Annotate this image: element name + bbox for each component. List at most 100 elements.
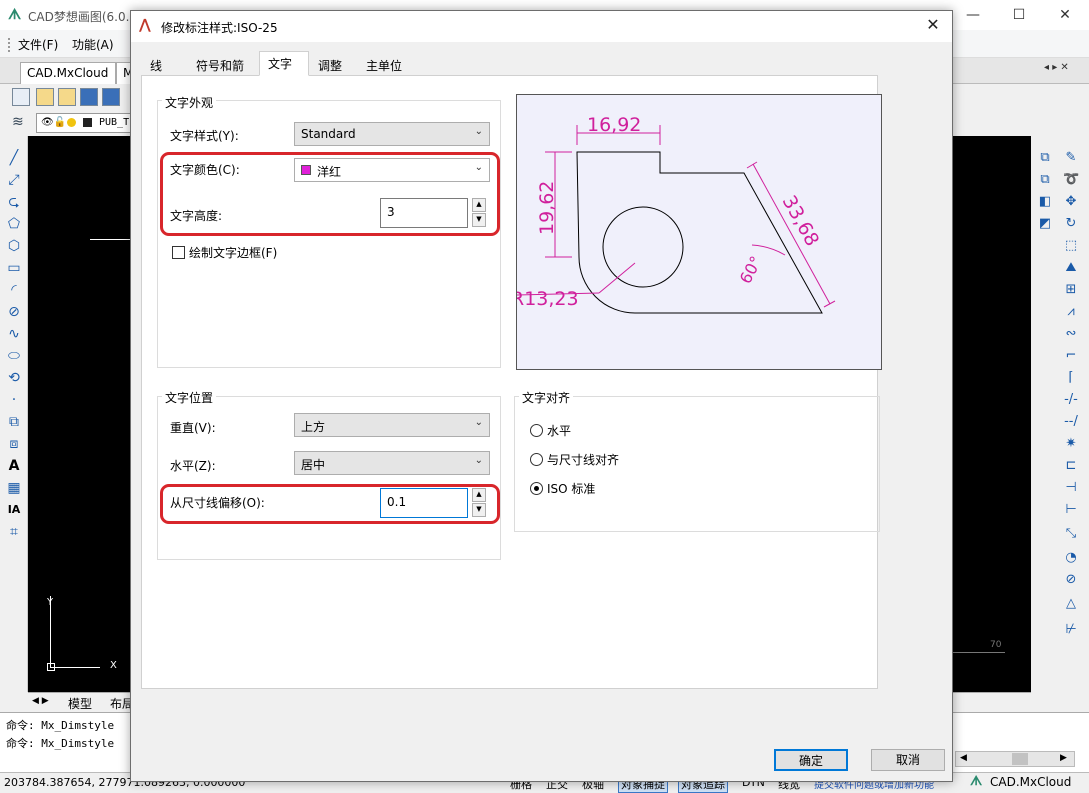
text-color-select[interactable]: 洋红 ⌄ — [294, 158, 490, 182]
ellipse-icon[interactable]: ⬭ — [6, 348, 22, 364]
break-icon[interactable]: -/- — [1063, 392, 1079, 408]
dim-linear-icon[interactable]: ⊢ — [1063, 502, 1079, 518]
hatch-icon[interactable]: ▦ — [6, 480, 22, 496]
spin-down-icon[interactable]: ▼ — [472, 503, 486, 517]
preview-dim-angle: 60° — [736, 253, 766, 287]
doc-tab-mxcloud[interactable]: CAD.MxCloud — [20, 62, 116, 84]
offset-icon[interactable]: ➰ — [1063, 172, 1079, 188]
tab-lines[interactable]: 线 — [141, 53, 185, 75]
save-as-icon[interactable] — [102, 88, 120, 106]
insert-block-icon[interactable]: ⧈ — [6, 436, 22, 452]
command-scrollbar[interactable]: ◀ ▶ — [955, 751, 1075, 767]
align-horizontal-radio[interactable] — [530, 424, 543, 437]
lengthen-icon[interactable]: ⊣ — [1063, 480, 1079, 496]
layout-tab-model[interactable]: 模型 — [68, 695, 92, 712]
dim-diameter-icon[interactable]: ⊘ — [1063, 572, 1079, 588]
mirror-line-icon[interactable]: ⩘ — [1063, 304, 1079, 320]
dialog-close-icon[interactable]: ✕ — [921, 15, 945, 37]
ucs-x-axis — [50, 667, 100, 668]
array-grid-icon[interactable]: ⊞ — [1063, 282, 1079, 298]
spin-up-icon[interactable]: ▲ — [472, 198, 486, 212]
line-icon[interactable]: ╱ — [6, 150, 22, 166]
polyline-icon[interactable]: ⮎ — [6, 194, 22, 210]
menu-function[interactable]: 功能(A) — [72, 36, 114, 53]
ellipse-arc-icon[interactable]: ⟲ — [6, 370, 22, 386]
copy-icon[interactable]: ⧉ — [1037, 150, 1053, 166]
rectangle-icon[interactable]: ▭ — [6, 260, 22, 276]
block-icon[interactable]: ⧉ — [6, 414, 22, 430]
brand-name: CAD.MxCloud — [990, 775, 1072, 789]
mirror-icon[interactable]: ◧ — [1037, 194, 1053, 210]
open-folder-icon[interactable] — [58, 88, 76, 106]
tab-symbols-arrows[interactable]: 符号和箭头 — [187, 53, 259, 90]
new-file-icon[interactable] — [12, 88, 30, 106]
horizontal-select[interactable]: 居中 ⌄ — [294, 451, 490, 475]
preview-part-outline — [576, 151, 823, 314]
tab-fit[interactable]: 调整 — [309, 53, 357, 75]
join-icon[interactable]: ⊏ — [1063, 458, 1079, 474]
text-icon[interactable]: A — [6, 458, 22, 474]
hexagon-icon[interactable]: ⬡ — [6, 238, 22, 254]
move-icon[interactable]: ✥ — [1063, 194, 1079, 210]
trim-icon[interactable]: ∾ — [1063, 326, 1079, 342]
dim-angular-icon[interactable]: △ — [1063, 596, 1079, 612]
ok-button[interactable]: 确定 — [774, 749, 848, 771]
scale-icon[interactable]: ⬚ — [1063, 238, 1079, 254]
scroll-left-icon[interactable]: ◀ — [960, 753, 967, 763]
copy-object-icon[interactable]: ⧉ — [1037, 172, 1053, 188]
align-iso-radio[interactable] — [530, 482, 543, 495]
maximize-icon[interactable]: ☐ — [996, 0, 1042, 30]
arc-icon[interactable]: ◜ — [6, 282, 22, 298]
fillet-icon[interactable]: ⌐ — [1063, 348, 1079, 364]
dialog-app-icon: ⋀ — [139, 17, 151, 33]
mtext-icon[interactable]: IA — [6, 502, 22, 518]
text-height-input[interactable]: 3 — [380, 198, 468, 228]
erase-icon[interactable]: ✎ — [1063, 150, 1079, 166]
save-icon[interactable] — [80, 88, 98, 106]
preview-dim-top: 16,92 — [587, 114, 641, 136]
dim-aligned-icon[interactable]: ⤡ — [1063, 526, 1079, 542]
extend-icon[interactable]: --/ — [1063, 414, 1079, 430]
layer-name: PUB_T — [99, 117, 130, 128]
align-dimline-radio[interactable] — [530, 453, 543, 466]
vertical-select[interactable]: 上方 ⌄ — [294, 413, 490, 437]
offset-label: 从尺寸线偏移(O): — [170, 496, 265, 510]
layer-combo[interactable]: 👁🔓 PUB_T — [36, 113, 132, 133]
circle-icon[interactable]: ⊘ — [6, 304, 22, 320]
text-frame-checkbox[interactable] — [172, 246, 185, 259]
stretch-icon[interactable]: ⛰ — [1063, 260, 1079, 276]
rotate-icon[interactable]: ↻ — [1063, 216, 1079, 232]
tab-primary-units[interactable]: 主单位 — [357, 53, 411, 75]
tab-text[interactable]: 文字 — [259, 51, 309, 76]
layout-nav-arrows-icon[interactable]: ◀ ▶ — [32, 696, 49, 706]
point-icon[interactable]: · — [6, 392, 22, 408]
close-icon[interactable]: ✕ — [1042, 0, 1088, 30]
chamfer-icon[interactable]: ⌈ — [1063, 370, 1079, 386]
spin-up-icon[interactable]: ▲ — [472, 488, 486, 502]
ucs-y-label: Y — [47, 597, 54, 608]
open-file-icon[interactable] — [36, 88, 54, 106]
xline-icon[interactable]: ⤢ — [6, 172, 22, 188]
tab-scroll-arrows-icon[interactable]: ◂ ▸ ✕ — [1044, 62, 1069, 73]
cancel-button[interactable]: 取消 — [871, 749, 945, 771]
text-style-select[interactable]: Standard ⌄ — [294, 122, 490, 146]
explode-icon[interactable]: ✷ — [1063, 436, 1079, 452]
dim-continue-icon[interactable]: ⊬ — [1063, 622, 1079, 638]
color-swatch — [301, 165, 311, 175]
array-icon[interactable]: ◩ — [1037, 216, 1053, 232]
spline-icon[interactable]: ∿ — [6, 326, 22, 342]
menu-file[interactable]: 文件(F) — [18, 36, 58, 53]
dim-radius-icon[interactable]: ◔ — [1063, 550, 1079, 566]
preview-hole — [602, 206, 684, 288]
table-icon[interactable]: ⌗ — [6, 524, 22, 540]
chevron-down-icon: ⌄ — [474, 455, 483, 466]
scroll-right-icon[interactable]: ▶ — [1060, 753, 1067, 763]
layers-icon[interactable]: ≋ — [12, 114, 30, 132]
layer-color-icon — [83, 118, 92, 127]
polygon-icon[interactable]: ⬠ — [6, 216, 22, 232]
spin-down-icon[interactable]: ▼ — [472, 213, 486, 227]
offset-input[interactable]: 0.1 — [380, 488, 468, 518]
scroll-thumb[interactable] — [1012, 753, 1028, 765]
menubar-grip — [8, 38, 10, 52]
minimize-icon[interactable]: — — [950, 0, 996, 30]
